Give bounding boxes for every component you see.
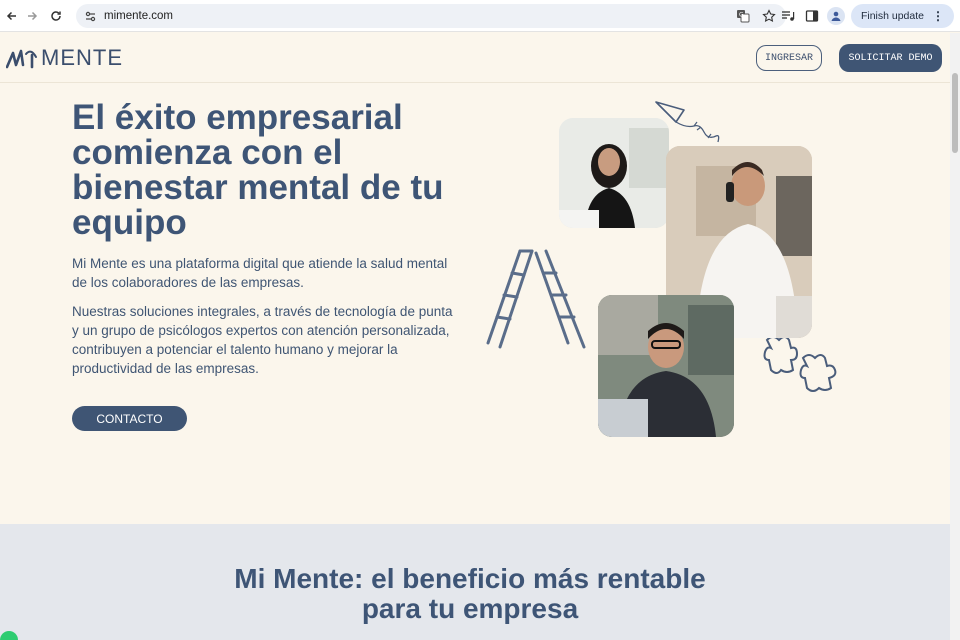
hero-paragraph-1: Mi Mente es una plataforma digital que a… [72, 256, 448, 290]
ladder-illustration-icon [486, 249, 586, 349]
contacto-button[interactable]: CONTACTO [72, 406, 187, 431]
svg-text:G: G [739, 12, 744, 19]
hero-paragraph-2: Nuestras soluciones integrales, a través… [72, 304, 453, 376]
side-panel-icon[interactable] [803, 7, 821, 25]
forward-icon[interactable] [20, 4, 44, 28]
logo-text: MENTE [41, 45, 123, 70]
woman-smiling-photo [559, 118, 669, 228]
man-with-laptop-photo [598, 295, 734, 437]
mimente-logo[interactable]: MENTE [6, 45, 123, 71]
kebab-menu-icon[interactable]: ⋮ [932, 9, 944, 23]
ingresar-button[interactable]: INGRESAR [756, 45, 822, 71]
hero-title: El éxito empresarial comienza con el bie… [72, 98, 444, 242]
benefit-title-line-2: para tu empresa [361, 593, 579, 624]
bookmark-star-icon[interactable] [760, 7, 778, 25]
puzzle-illustration-icon [763, 336, 837, 392]
address-bar[interactable]: mimente.com G [76, 4, 786, 28]
reload-icon[interactable] [44, 4, 68, 28]
logo-mi-mark-icon [6, 49, 37, 69]
url-text[interactable]: mimente.com [104, 10, 173, 22]
translate-icon[interactable]: G [734, 7, 752, 25]
finish-update-button[interactable]: Finish update ⋮ [850, 4, 954, 28]
page-scrollbar[interactable] [950, 33, 960, 640]
browser-toolbar: mimente.com G Finish update ⋮ [0, 0, 960, 32]
media-controls-icon[interactable] [779, 7, 797, 25]
solicitar-demo-button[interactable]: SOLICITAR DEMO [839, 44, 942, 72]
benefit-section-title: Mi Mente: el beneficio más rentable para… [0, 564, 940, 624]
site-settings-icon[interactable] [82, 8, 98, 24]
profile-avatar-icon[interactable] [826, 7, 845, 25]
benefit-title-line-1: Mi Mente: el beneficio más rentable [234, 563, 706, 594]
finish-update-label: Finish update [860, 10, 924, 22]
scrollbar-thumb[interactable] [952, 73, 958, 153]
site-header: MENTE INGRESAR SOLICITAR DEMO [0, 33, 950, 83]
